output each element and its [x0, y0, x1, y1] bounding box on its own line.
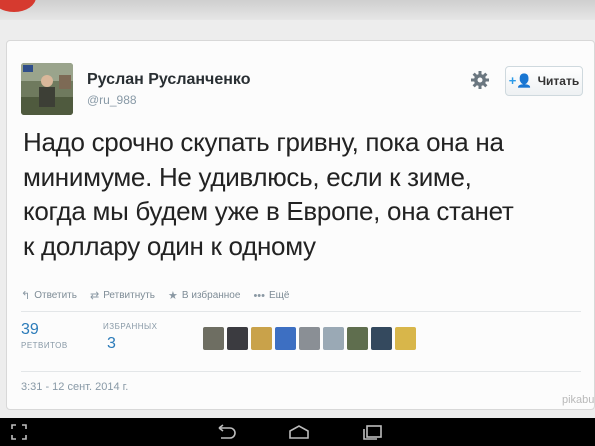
favoriter-avatar[interactable] [275, 327, 296, 350]
retweet-button[interactable]: ⇄ Ретвитнуть [90, 289, 155, 302]
favoriter-avatar[interactable] [299, 327, 320, 350]
tweet-text-line: к доллару один к одному [23, 230, 316, 261]
favorites-count[interactable]: 3 [107, 335, 116, 353]
reply-icon: ↰ [21, 290, 31, 302]
divider [21, 311, 581, 312]
favoriter-avatar[interactable] [323, 327, 344, 350]
watermark: pikabu [562, 394, 595, 406]
favoriter-avatar[interactable] [371, 327, 392, 350]
status-bar [0, 0, 595, 20]
reply-label: Ответить [34, 290, 77, 301]
recent-apps-icon[interactable] [358, 422, 388, 442]
user-name[interactable]: Руслан Русланченко [87, 71, 250, 89]
favoriter-avatar[interactable] [347, 327, 368, 350]
tweet-text-line: минимуме. Не удивлюсь, если к зиме, [23, 161, 472, 192]
add-user-icon: +👤 [508, 73, 533, 88]
retweet-label: Ретвитнуть [103, 290, 156, 301]
tweet-card: Руслан Русланченко @ru_988 +👤 Читать Над… [6, 40, 595, 410]
favoriter-avatar[interactable] [203, 327, 224, 350]
back-icon[interactable] [210, 422, 240, 442]
android-nav-bar [0, 418, 595, 446]
retweet-icon: ⇄ [89, 290, 100, 302]
tweet-text-line: Надо срочно скупать гривну, пока она на [23, 127, 504, 157]
retweets-count[interactable]: 39 [21, 321, 39, 339]
follow-button[interactable]: +👤 Читать [505, 66, 583, 96]
screenshot-icon[interactable] [8, 422, 30, 442]
gear-icon[interactable] [469, 69, 491, 91]
favorites-label: ИЗБРАННЫХ [103, 322, 158, 331]
status-bar-app-icon [0, 0, 36, 12]
divider [21, 371, 581, 372]
reply-button[interactable]: ↰ Ответить [21, 289, 77, 302]
star-icon: ★ [168, 290, 178, 302]
favorite-button[interactable]: ★ В избранное [168, 289, 240, 302]
tweet-text: Надо срочно скупать гривну, пока она на … [23, 125, 588, 263]
follow-button-label: Читать [537, 74, 580, 88]
user-handle[interactable]: @ru_988 [87, 93, 137, 107]
more-button[interactable]: ••• Ещё [253, 289, 289, 302]
favoriter-avatar[interactable] [251, 327, 272, 350]
favoriter-avatar[interactable] [395, 327, 416, 350]
more-icon: ••• [253, 289, 265, 302]
retweets-label: РЕТВИТОВ [21, 341, 68, 350]
favoriter-avatar[interactable] [227, 327, 248, 350]
more-label: Ещё [269, 290, 290, 301]
tweet-actions: ↰ Ответить ⇄ Ретвитнуть ★ В избранное ••… [21, 289, 289, 303]
timestamp[interactable]: 3:31 - 12 сент. 2014 г. [21, 381, 128, 393]
favoriters-avatars [203, 327, 416, 350]
favorite-label: В избранное [181, 290, 241, 301]
avatar[interactable] [21, 63, 73, 115]
home-icon[interactable] [284, 422, 314, 442]
avatar-photo-icon [21, 63, 73, 115]
tweet-text-line: когда мы будем уже в Европе, она станет [23, 196, 514, 226]
